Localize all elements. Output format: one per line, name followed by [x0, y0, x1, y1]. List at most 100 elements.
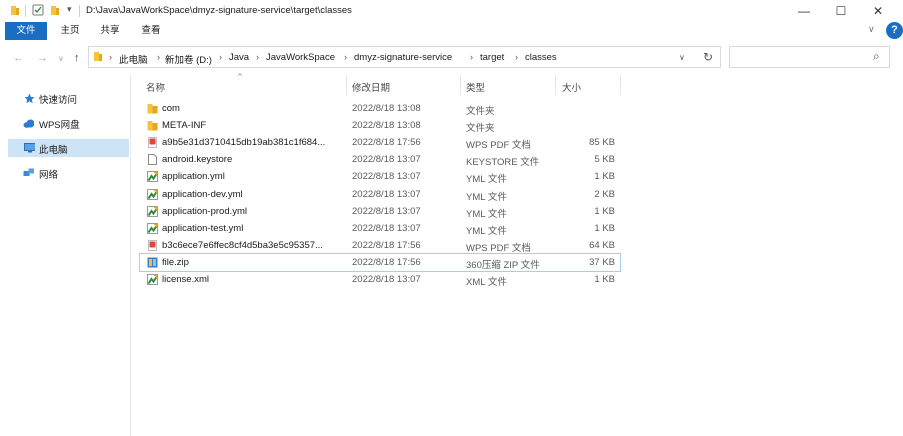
window-title: D:\Java\JavaWorkSpace\dmyz-signature-ser… [86, 5, 352, 16]
file-size: 85 KB [589, 137, 615, 149]
file-type: YML 文件 [466, 225, 507, 237]
file-size: 64 KB [589, 239, 615, 251]
sidebar-item-wps-cloud[interactable]: WPS网盘 [8, 114, 129, 132]
file-date: 2022/8/18 13:08 [352, 120, 421, 132]
up-button[interactable]: ↑ [74, 52, 80, 64]
file-type: XML 文件 [466, 277, 507, 288]
column-header-size[interactable]: 大小 [562, 80, 581, 94]
folder-icon [147, 121, 158, 131]
breadcrumb-separator[interactable]: › [109, 52, 112, 62]
file-row[interactable]: application-prod.yml 2022/8/18 13:07 YML 文… [140, 203, 620, 220]
sidebar-item-network[interactable]: 网络 [8, 164, 129, 182]
recent-locations-button[interactable]: ∨ [58, 54, 64, 63]
sidebar-item-label: 快速访问 [39, 95, 78, 106]
file-type: KEYSTORE 文件 [466, 157, 540, 169]
address-dropdown-icon[interactable]: ∨ [679, 53, 685, 62]
file-name: android.keystore [162, 154, 233, 166]
file-row[interactable]: application-dev.yml 2022/8/18 13:07 YML 文件… [140, 186, 620, 203]
separator [25, 5, 26, 17]
ribbon-tabs [0, 22, 903, 40]
breadcrumb-this-pc[interactable]: 此电脑 [119, 52, 148, 66]
pdf-icon [148, 137, 157, 149]
separator [79, 5, 80, 17]
column-header-date[interactable]: 修改日期 [352, 80, 390, 94]
file-row[interactable]: application.yml 2022/8/18 13:07 YML 文件 1 KB [140, 168, 620, 185]
tab-file[interactable]: 文件 [5, 22, 47, 40]
file-date: 2022/8/18 17:56 [352, 137, 421, 149]
minimize-button[interactable]: — [796, 3, 812, 19]
file-type: WPS PDF 文档 [466, 242, 531, 254]
sidebar-item-this-pc[interactable]: 此电脑 [8, 139, 129, 157]
file-type: YML 文件 [466, 191, 507, 203]
file-size: 1 KB [594, 205, 615, 217]
file-date: 2022/8/18 17:56 [352, 239, 421, 251]
file-name: file.zip [162, 256, 189, 268]
file-date: 2022/8/18 13:07 [352, 222, 421, 234]
file-type: YML 文件 [466, 208, 507, 220]
back-button[interactable]: ← [13, 52, 24, 64]
folder-icon [94, 52, 102, 61]
yml-icon [147, 222, 158, 234]
breadcrumb-classes[interactable]: classes [525, 52, 557, 63]
breadcrumb-separator[interactable]: › [470, 52, 473, 62]
sidebar-item-label: 此电脑 [39, 145, 68, 156]
column-divider[interactable] [460, 75, 461, 95]
file-name: a9b5e31d3710415db19ab381c1f684... [162, 137, 326, 149]
properties-icon[interactable] [32, 4, 44, 16]
pdf-icon [148, 239, 157, 251]
customize-toolbar-icon[interactable]: ▾ [67, 4, 72, 15]
column-header-type[interactable]: 类型 [466, 80, 485, 94]
file-date: 2022/8/18 13:08 [352, 103, 421, 114]
breadcrumb-separator[interactable]: › [157, 52, 160, 62]
breadcrumb-separator[interactable]: › [344, 52, 347, 62]
network-icon [23, 168, 34, 176]
column-divider[interactable] [346, 75, 347, 95]
breadcrumb-javaworkspace[interactable]: JavaWorkSpace [266, 52, 335, 63]
file-row[interactable]: com 2022/8/18 13:08 文件夹 [140, 100, 620, 117]
column-divider[interactable] [555, 75, 556, 95]
help-icon[interactable]: ? [886, 22, 903, 39]
breadcrumb-target[interactable]: target [480, 52, 504, 63]
breadcrumb-separator[interactable]: › [256, 52, 259, 62]
search-icon[interactable]: ⌕ [873, 49, 880, 64]
tab-share[interactable]: 共享 [96, 22, 124, 40]
file-size: 1 KB [594, 171, 615, 183]
sidebar-item-label: WPS网盘 [39, 120, 80, 131]
file-row[interactable]: android.keystore 2022/8/18 13:07 KEYSTORE … [140, 151, 620, 168]
forward-button[interactable]: → [37, 52, 48, 64]
file-row[interactable]: b3c6ece7e6ffec8cf4d5ba3e5c95357... 2022/8… [140, 237, 620, 254]
refresh-icon[interactable]: ↻ [703, 50, 713, 64]
close-button[interactable]: ✕ [870, 3, 886, 19]
file-row[interactable]: license.xml 2022/8/18 13:07 XML 文件 1 KB [140, 271, 620, 288]
column-header-name[interactable]: 名称 [146, 80, 165, 94]
file-row[interactable]: META-INF 2022/8/18 13:08 文件夹 [140, 117, 620, 134]
tab-view[interactable]: 查看 [137, 22, 165, 40]
file-name: b3c6ece7e6ffec8cf4d5ba3e5c95357... [162, 239, 323, 251]
breadcrumb-java[interactable]: Java [229, 52, 249, 63]
breadcrumb-separator[interactable]: › [219, 52, 222, 62]
file-row[interactable]: a9b5e31d3710415db19ab381c1f684... 2022/8/… [140, 134, 620, 151]
column-divider[interactable] [620, 75, 621, 95]
cloud-icon [23, 119, 34, 128]
expand-ribbon-icon[interactable]: ∨ [868, 24, 875, 35]
breadcrumb-separator[interactable]: › [515, 52, 518, 62]
breadcrumb-dmyz-signature-service[interactable]: dmyz-signature-service [354, 52, 452, 63]
sidebar-item-quick-access[interactable]: 快速访问 [8, 89, 129, 107]
file-type: 360压缩 ZIP 文件 [466, 259, 540, 271]
file-name: application.yml [162, 171, 225, 183]
search-input[interactable] [729, 46, 890, 68]
file-type: YML 文件 [466, 174, 507, 186]
file-icon [148, 154, 157, 166]
file-row[interactable]: file.zip 2022/8/18 17:56 360压缩 ZIP 文件 37 KB [139, 252, 621, 272]
file-name: com [162, 103, 180, 114]
tab-home[interactable]: 主页 [56, 22, 84, 40]
file-size: 1 KB [594, 222, 615, 234]
file-date: 2022/8/18 13:07 [352, 274, 421, 285]
breadcrumb-drive-d[interactable]: 新加卷 (D:) [165, 52, 212, 66]
file-row[interactable]: application-test.yml 2022/8/18 13:07 YML 文… [140, 220, 620, 237]
file-size: 5 KB [594, 154, 615, 166]
file-type: WPS PDF 文档 [466, 140, 531, 152]
yml-icon [147, 205, 158, 217]
maximize-button[interactable]: ☐ [833, 3, 849, 19]
new-folder-icon[interactable] [50, 5, 60, 16]
